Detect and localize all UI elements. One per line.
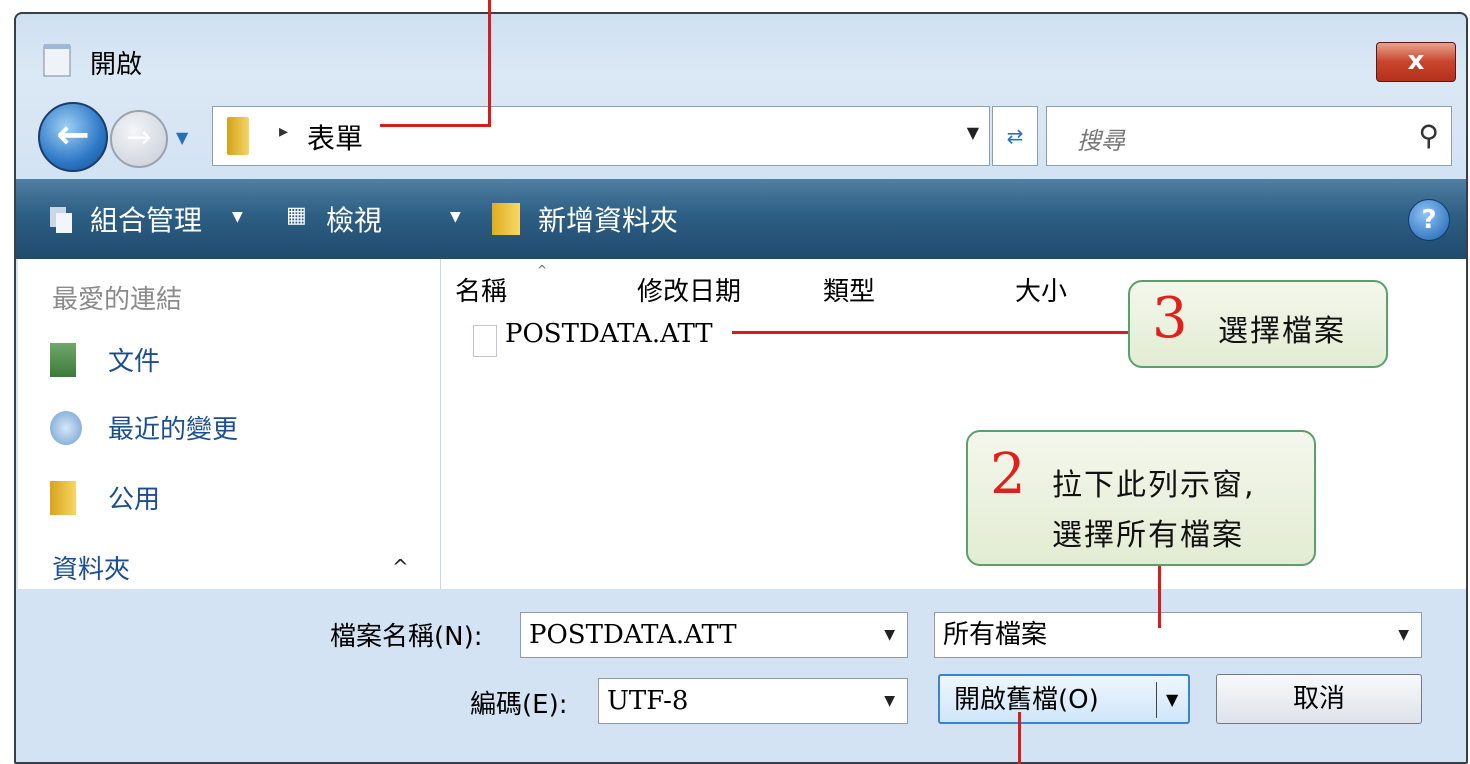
breadcrumb-chevron-icon[interactable]: ▸ xyxy=(279,121,288,142)
open-file-dialog: 開啟 x ← → ▼ ▸ 表單 ▼ ⇄ 搜尋 ⚲ 組合管理 ▼ ▦ 檢視 ▼ 新… xyxy=(14,12,1468,764)
view-grid-icon: ▦ xyxy=(286,203,307,228)
command-toolbar: 組合管理 ▼ ▦ 檢視 ▼ 新增資料夾 ? xyxy=(16,179,1466,259)
filetype-select[interactable]: 所有檔案 ▼ xyxy=(934,612,1422,658)
annotation-leader-line xyxy=(1018,712,1021,764)
encoding-value: UTF-8 xyxy=(607,686,689,716)
filename-input[interactable]: POSTDATA.ATT xyxy=(529,620,737,650)
public-folder-icon xyxy=(50,481,76,515)
file-name: POSTDATA.ATT xyxy=(505,319,713,349)
annotation-leader-line xyxy=(732,331,1130,334)
new-folder-button[interactable]: 新增資料夾 xyxy=(538,199,678,239)
close-button[interactable]: x xyxy=(1376,42,1456,82)
encoding-label: 編碼(E): xyxy=(470,690,568,720)
collapse-chevron-icon[interactable]: ^ xyxy=(392,555,409,579)
filename-label: 檔案名稱(N): xyxy=(330,622,483,652)
favorites-header: 最愛的連結 xyxy=(52,285,183,315)
search-box[interactable]: 搜尋 ⚲ xyxy=(1046,106,1452,166)
sidebar-item-label: 文件 xyxy=(108,347,161,377)
organize-icon xyxy=(50,207,72,233)
encoding-dropdown-icon[interactable]: ▼ xyxy=(884,679,895,723)
annotation-text: 選擇檔案 xyxy=(1218,314,1346,349)
annotation-callout-3: 3 選擇檔案 xyxy=(1128,280,1388,368)
folder-icon xyxy=(227,117,249,155)
file-icon xyxy=(473,325,497,357)
sidebar-item-label: 最近的變更 xyxy=(108,415,239,445)
address-dropdown-icon[interactable]: ▼ xyxy=(967,123,979,142)
encoding-select[interactable]: UTF-8 ▼ xyxy=(598,678,908,724)
annotation-leader-line xyxy=(1158,566,1161,628)
back-button[interactable]: ← xyxy=(38,102,108,172)
column-header-type[interactable]: 類型 xyxy=(823,271,875,308)
annotation-text-line1: 拉下此列示窗, xyxy=(1052,468,1256,503)
filetype-dropdown-icon[interactable]: ▼ xyxy=(1398,613,1409,657)
documents-icon xyxy=(50,343,76,377)
annotation-leader-line xyxy=(488,0,491,126)
sidebar-item-label: 公用 xyxy=(108,485,161,515)
filetype-value: 所有檔案 xyxy=(943,620,1048,650)
annotation-number: 2 xyxy=(990,442,1026,507)
column-header-name[interactable]: 名稱 xyxy=(455,271,507,308)
help-button[interactable]: ? xyxy=(1408,199,1450,241)
annotation-number: 3 xyxy=(1152,286,1188,351)
history-dropdown-icon[interactable]: ▼ xyxy=(176,128,188,147)
annotation-text-line2: 選擇所有檔案 xyxy=(1052,518,1244,553)
annotation-callout-2: 2 拉下此列示窗, 選擇所有檔案 xyxy=(966,430,1316,566)
open-split-button[interactable]: 開啟舊檔(O) ▼ xyxy=(938,674,1190,724)
filename-combobox[interactable]: POSTDATA.ATT ▼ xyxy=(520,612,908,658)
forward-button[interactable]: → xyxy=(110,110,168,168)
split-divider xyxy=(1156,682,1157,718)
sort-ascending-icon: ^ xyxy=(537,263,548,277)
open-button[interactable]: 開啟舊檔(O) xyxy=(954,676,1099,724)
notepad-icon xyxy=(43,44,71,77)
navigation-pane: 最愛的連結 文件 最近的變更 公用 資料夾 ^ xyxy=(18,259,440,589)
column-header-size[interactable]: 大小 xyxy=(1015,271,1067,308)
refresh-button[interactable]: ⇄ xyxy=(992,106,1038,166)
search-icon[interactable]: ⚲ xyxy=(1418,119,1439,152)
organize-menu[interactable]: 組合管理 xyxy=(90,199,202,239)
back-arrow-icon: ← xyxy=(56,112,90,158)
address-bar[interactable]: ▸ 表單 ▼ xyxy=(212,106,990,166)
cancel-button[interactable]: 取消 xyxy=(1216,674,1422,724)
filename-dropdown-icon[interactable]: ▼ xyxy=(884,613,895,657)
new-folder-icon xyxy=(492,203,520,235)
refresh-icon: ⇄ xyxy=(1006,124,1024,148)
annotation-leader-line xyxy=(380,124,491,127)
breadcrumb-folder[interactable]: 表單 xyxy=(307,117,363,157)
organize-caret-icon[interactable]: ▼ xyxy=(232,209,243,225)
view-caret-icon[interactable]: ▼ xyxy=(450,209,461,225)
window-title: 開啟 xyxy=(90,50,143,80)
forward-arrow-icon: → xyxy=(126,120,152,155)
recent-changes-icon xyxy=(50,411,82,445)
open-options-dropdown-icon[interactable]: ▼ xyxy=(1166,676,1178,724)
search-input[interactable]: 搜尋 xyxy=(1077,121,1125,156)
column-header-modified[interactable]: 修改日期 xyxy=(637,271,741,308)
view-menu[interactable]: 檢視 xyxy=(326,199,382,239)
folders-header[interactable]: 資料夾 xyxy=(52,549,130,586)
